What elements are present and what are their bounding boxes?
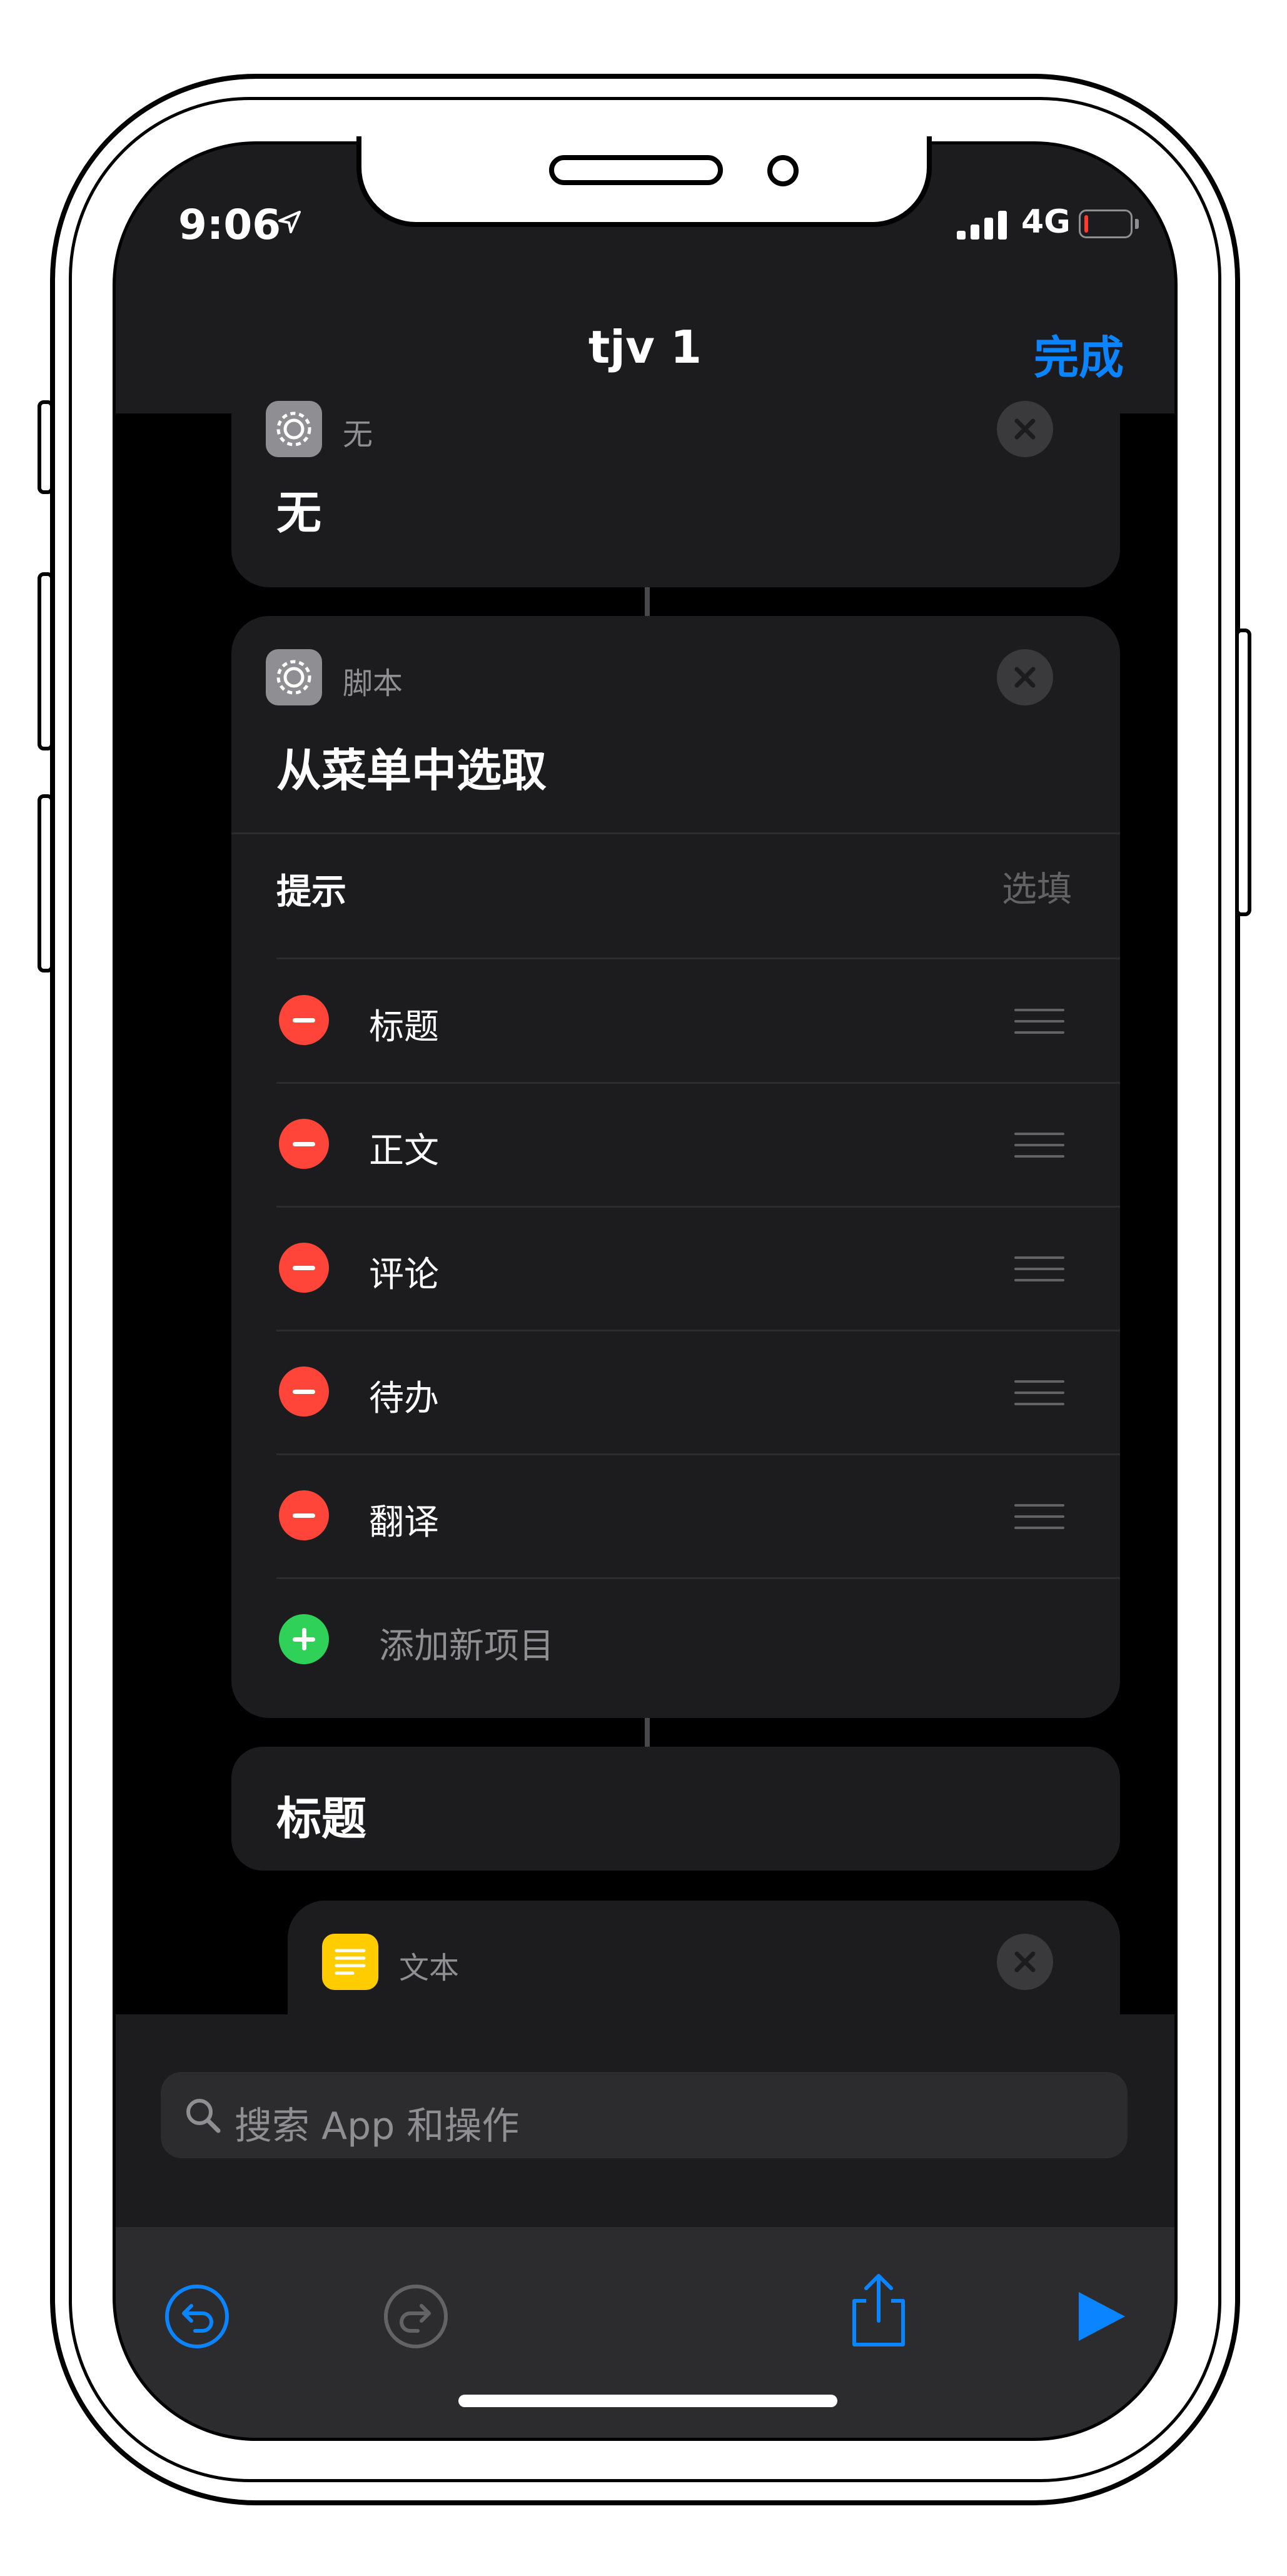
close-icon — [1014, 667, 1036, 688]
menu-case-card[interactable]: 标题 — [231, 1747, 1120, 1871]
prompt-field[interactable]: 选填 — [1002, 861, 1072, 912]
action-card-none[interactable]: 无 无 — [231, 382, 1120, 587]
speaker-grille — [549, 155, 723, 185]
play-icon[interactable] — [1072, 2288, 1129, 2345]
menu-case-title: 标题 — [276, 1792, 367, 1845]
search-placeholder[interactable]: 搜索 App 和操作 — [235, 2096, 519, 2150]
menu-item-row[interactable]: 待办 — [276, 1330, 1120, 1453]
delete-item-button[interactable] — [279, 1366, 329, 1417]
battery-level — [1084, 215, 1088, 233]
battery-cap — [1135, 219, 1139, 229]
reorder-handle-icon[interactable] — [1014, 1504, 1064, 1529]
action-category: 无 — [343, 417, 373, 452]
delete-item-button[interactable] — [279, 995, 329, 1045]
delete-item-button[interactable] — [279, 1119, 329, 1169]
action-title: 从菜单中选取 — [276, 744, 547, 797]
reorder-handle-icon[interactable] — [1014, 1133, 1064, 1158]
text-lines-icon — [322, 1934, 378, 1990]
close-icon — [1014, 1951, 1036, 1972]
menu-item-row[interactable]: 正文 — [276, 1083, 1120, 1206]
reorder-handle-icon[interactable] — [1014, 1380, 1064, 1405]
menu-item-label[interactable]: 待办 — [369, 1370, 439, 1421]
network-type: 4G — [1021, 203, 1071, 241]
remove-action-button[interactable] — [997, 649, 1053, 705]
search-icon — [186, 2099, 221, 2133]
remove-action-button[interactable] — [997, 1934, 1053, 1990]
menu-item-label[interactable]: 翻译 — [369, 1494, 439, 1545]
flow-connector — [645, 1718, 650, 1747]
volume-down-button — [38, 794, 54, 972]
mute-switch — [38, 400, 54, 494]
location-arrow-icon — [278, 211, 301, 233]
volume-up-button — [38, 572, 54, 750]
delete-item-button[interactable] — [279, 1490, 329, 1540]
action-category: 文本 — [399, 1951, 460, 1986]
menu-item-row[interactable]: 翻译 — [276, 1454, 1120, 1577]
action-category: 脚本 — [343, 666, 403, 701]
done-button[interactable]: 完成 — [1034, 321, 1124, 386]
battery-low-icon — [1079, 210, 1133, 238]
home-indicator[interactable] — [458, 2395, 837, 2407]
redo-icon[interactable] — [381, 2282, 450, 2351]
front-camera — [767, 155, 799, 186]
add-item-icon[interactable] — [279, 1614, 329, 1664]
flow-connector — [645, 587, 650, 616]
menu-item-row[interactable]: 标题 — [276, 959, 1120, 1082]
screen: 9:06 4G tjv 1 完成 无 无 脚本 从菜单中选取 提示 选填 标题 … — [113, 141, 1178, 2441]
menu-item-label[interactable]: 正文 — [369, 1123, 439, 1173]
settings-gear-icon — [266, 401, 322, 457]
menu-item-row[interactable]: 评论 — [276, 1206, 1120, 1330]
reorder-handle-icon[interactable] — [1014, 1009, 1064, 1034]
delete-item-button[interactable] — [279, 1243, 329, 1293]
add-item-label[interactable]: 添加新项目 — [379, 1618, 554, 1669]
undo-icon[interactable] — [163, 2282, 231, 2351]
divider — [231, 832, 1120, 834]
reorder-handle-icon[interactable] — [1014, 1256, 1064, 1281]
add-item-row[interactable]: 添加新项目 — [276, 1578, 1120, 1701]
remove-action-button[interactable] — [997, 401, 1053, 457]
menu-item-label[interactable]: 评论 — [369, 1246, 439, 1297]
status-time: 9:06 — [178, 201, 281, 249]
action-card-choose-from-menu[interactable]: 脚本 从菜单中选取 提示 选填 标题 正文 评论 待办 翻译 添加新项目 — [231, 616, 1120, 1718]
editor-toolbar — [116, 2227, 1174, 2438]
signal-bars-icon — [957, 211, 1007, 240]
close-icon — [1014, 418, 1036, 440]
prompt-label: 提示 — [276, 872, 346, 912]
power-button — [1235, 629, 1251, 916]
menu-item-label[interactable]: 标题 — [369, 999, 439, 1049]
settings-gear-icon — [266, 649, 322, 705]
share-icon[interactable] — [844, 2270, 913, 2351]
shortcut-title[interactable]: tjv 1 — [116, 321, 1174, 373]
action-title: 无 — [276, 487, 322, 539]
